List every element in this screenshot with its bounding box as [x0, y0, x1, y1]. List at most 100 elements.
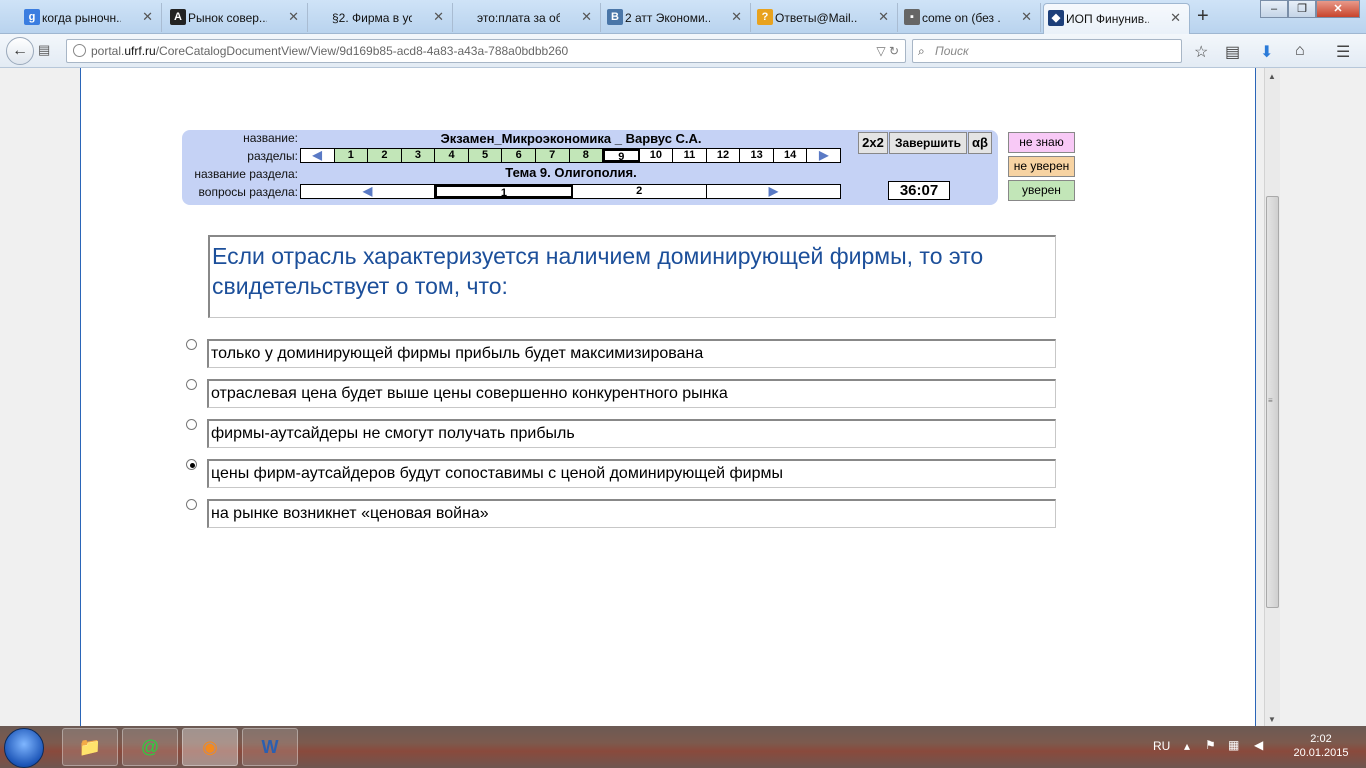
- answer-option[interactable]: отраслевая цена будет выше цены совершен…: [186, 379, 1058, 408]
- section-6[interactable]: 6: [502, 149, 536, 162]
- system-tray: RU ▴ ⚑ ▦ ◀ 2:02 20.01.2015: [1150, 726, 1366, 768]
- not-sure-button[interactable]: не уверен: [1008, 156, 1075, 177]
- show-hidden-icon[interactable]: ▴: [1184, 739, 1190, 753]
- vk-icon: В: [607, 9, 623, 25]
- close-tab-icon[interactable]: ✕: [1021, 9, 1032, 25]
- questions-nav: ◀ 1 2 ▶: [300, 184, 841, 199]
- tab-1[interactable]: g когда рыночн... ✕: [20, 3, 162, 32]
- sections-next-icon[interactable]: ▶: [807, 149, 840, 162]
- answer-option[interactable]: только у доминирующей фирмы прибыль буде…: [186, 339, 1058, 368]
- section-14[interactable]: 14: [774, 149, 808, 162]
- start-button[interactable]: [4, 728, 44, 768]
- answer-radio[interactable]: [186, 339, 197, 350]
- section-11[interactable]: 11: [673, 149, 707, 162]
- close-tab-icon[interactable]: ✕: [581, 9, 592, 25]
- section-4[interactable]: 4: [435, 149, 469, 162]
- tab-6[interactable]: ? Ответы@Mail.... ✕: [753, 3, 898, 32]
- reload-icon[interactable]: ▽ ↻: [876, 40, 899, 62]
- google-icon: g: [24, 9, 40, 25]
- answer-option[interactable]: на рынке возникнет «ценовая война»: [186, 499, 1058, 528]
- section-8[interactable]: 8: [569, 149, 604, 162]
- minimize-button[interactable]: –: [1260, 0, 1288, 18]
- word-icon[interactable]: W: [242, 728, 298, 766]
- tab-label: это:плата за обуч...: [477, 10, 560, 25]
- timer: 36:07: [888, 181, 950, 200]
- flag-icon[interactable]: ⚑: [1205, 738, 1216, 752]
- section-5[interactable]: 5: [468, 149, 503, 162]
- exam-title: Экзамен_Микроэкономика _ Варвус С.А.: [440, 131, 702, 146]
- sidebar-icon[interactable]: ▤: [38, 42, 50, 58]
- taskbar: 📁 @ ◉ W RU ▴ ⚑ ▦ ◀ 2:02 20.01.2015: [0, 726, 1366, 768]
- close-tab-icon[interactable]: ✕: [288, 9, 299, 25]
- answer-text: отраслевая цена будет выше цены совершен…: [207, 379, 1056, 408]
- answer-radio[interactable]: [186, 419, 197, 430]
- close-tab-icon[interactable]: ✕: [878, 9, 889, 25]
- section-13[interactable]: 13: [740, 149, 774, 162]
- section-1[interactable]: 1: [334, 149, 369, 162]
- search-icon: ⌕: [918, 44, 925, 58]
- new-tab-button[interactable]: +: [1197, 5, 1209, 28]
- volume-icon[interactable]: ◀: [1254, 738, 1263, 752]
- questions-prev-icon[interactable]: ◀: [301, 185, 436, 198]
- address-bar[interactable]: portal.ufrf.ru/CoreCatalogDocumentView/V…: [66, 39, 906, 63]
- sure-button[interactable]: уверен: [1008, 180, 1075, 201]
- close-tab-icon[interactable]: ✕: [731, 9, 742, 25]
- answer-option[interactable]: фирмы-аутсайдеры не смогут получать приб…: [186, 419, 1058, 448]
- section-2[interactable]: 2: [368, 149, 402, 162]
- close-tab-icon[interactable]: ✕: [142, 9, 153, 25]
- answer-text: цены фирм-аутсайдеров будут сопоставимы …: [207, 459, 1056, 488]
- question-1[interactable]: 1: [435, 185, 573, 199]
- question-text: Если отрасль характеризуется наличием до…: [212, 243, 984, 299]
- tab-label: §2. Фирма в ус...: [332, 10, 412, 25]
- mail-agent-icon[interactable]: @: [122, 728, 178, 766]
- bookmark-star-icon[interactable]: ☆: [1194, 42, 1208, 62]
- section-7[interactable]: 7: [535, 149, 570, 162]
- 2x2-button[interactable]: 2x2: [858, 132, 888, 154]
- section-12[interactable]: 12: [707, 149, 741, 162]
- scroll-down-icon[interactable]: ▼: [1268, 715, 1276, 724]
- firefox-icon[interactable]: ◉: [182, 728, 238, 766]
- finish-button[interactable]: Завершить: [889, 132, 967, 154]
- section-10[interactable]: 10: [640, 149, 674, 162]
- tab-8[interactable]: ◆ ИОП Финунив... ✕: [1043, 3, 1190, 34]
- grip-icon: ≡: [1268, 396, 1273, 405]
- answer-text: на рынке возникнет «ценовая война»: [207, 499, 1056, 528]
- tab-7[interactable]: ▪ come on (без ... ✕: [900, 3, 1041, 32]
- questions-next-icon[interactable]: ▶: [707, 185, 840, 198]
- answer-radio[interactable]: [186, 499, 197, 510]
- answer-text: фирмы-аутсайдеры не смогут получать приб…: [207, 419, 1056, 448]
- download-icon[interactable]: ⬇: [1260, 42, 1273, 62]
- menu-icon[interactable]: ☰: [1336, 42, 1350, 62]
- tab-2[interactable]: A Рынок совер... ✕: [166, 3, 308, 32]
- answer-radio[interactable]: [186, 459, 197, 470]
- close-tab-icon[interactable]: ✕: [1170, 10, 1181, 26]
- dont-know-button[interactable]: не знаю: [1008, 132, 1075, 153]
- language-indicator[interactable]: RU: [1153, 739, 1170, 753]
- scroll-up-icon[interactable]: ▲: [1268, 72, 1276, 81]
- tab-4[interactable]: это:плата за обуч... ✕: [455, 3, 601, 32]
- search-input[interactable]: ⌕ Поиск: [912, 39, 1182, 63]
- home-icon[interactable]: ⌂: [1295, 42, 1305, 60]
- globe-icon: [73, 44, 86, 57]
- sections-nav: ◀ 1 2 3 4 5 6 7 8 9 10 11 12 13 14 ▶: [300, 148, 841, 163]
- close-tab-icon[interactable]: ✕: [433, 9, 444, 25]
- clock[interactable]: 2:02 20.01.2015: [1284, 732, 1358, 760]
- sections-prev-icon[interactable]: ◀: [301, 149, 335, 162]
- tab-label: come on (без ...: [922, 10, 1000, 25]
- tab-5[interactable]: В2 атт Экономи... ✕: [603, 3, 751, 32]
- question-2[interactable]: 2: [573, 185, 707, 198]
- section-3[interactable]: 3: [401, 149, 436, 162]
- answer-radio[interactable]: [186, 379, 197, 390]
- back-button[interactable]: ←: [6, 37, 34, 65]
- tab-label: Рынок совер...: [188, 10, 267, 25]
- bookmarks-list-icon[interactable]: ▤: [1225, 42, 1240, 62]
- scrollbar[interactable]: ▲ ≡ ▼: [1264, 68, 1280, 726]
- close-window-button[interactable]: ✕: [1316, 0, 1360, 18]
- network-icon[interactable]: ▦: [1228, 738, 1239, 752]
- tab-3[interactable]: §2. Фирма в ус... ✕: [310, 3, 453, 32]
- section-9[interactable]: 9: [603, 149, 640, 163]
- alpha-beta-button[interactable]: αβ: [968, 132, 992, 154]
- file-explorer-icon[interactable]: 📁: [62, 728, 118, 766]
- maximize-button[interactable]: ❐: [1288, 0, 1316, 18]
- answer-option[interactable]: цены фирм-аутсайдеров будут сопоставимы …: [186, 459, 1058, 488]
